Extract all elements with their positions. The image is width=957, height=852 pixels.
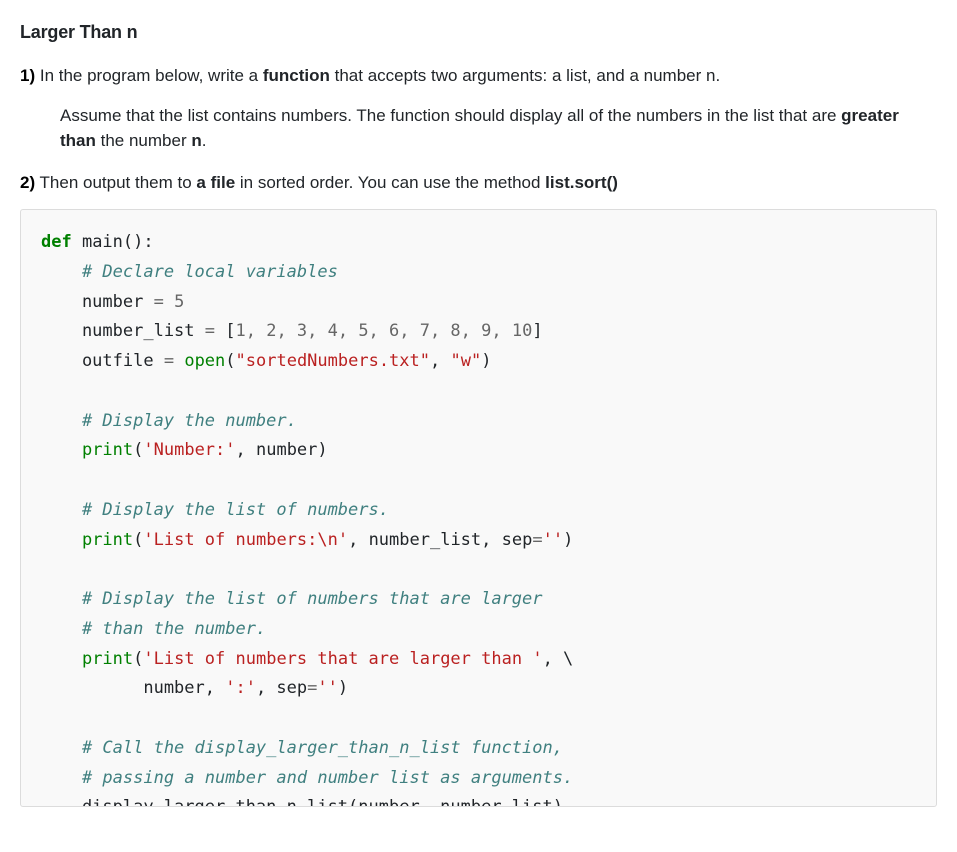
code-l4-eq: = <box>205 321 215 341</box>
code-l8b: ( <box>133 440 143 460</box>
code-l3-eq: = <box>154 292 164 312</box>
code-l11d: ) <box>563 530 573 550</box>
code-l4-nums: 1, 2, 3, 4, 5, 6, 7, 8, 9, 10 <box>236 321 533 341</box>
instr1-post: that accepts two arguments: a list, and … <box>330 66 720 85</box>
code-l16-s: ':' <box>225 678 256 698</box>
code-l5-open: open <box>184 351 225 371</box>
code-l4c: ] <box>532 321 542 341</box>
code-l4a: number_list <box>41 321 205 341</box>
code-l11c: , number_list, sep <box>348 530 532 550</box>
code-l16a: number, <box>41 678 225 698</box>
indent-post: the number <box>96 131 191 150</box>
comment-call-1: # Call the display_larger_than_n_list fu… <box>41 738 563 758</box>
code-l3a: number <box>41 292 154 312</box>
code-l11a <box>41 530 82 550</box>
comment-display-larger-2: # than the number. <box>41 619 266 639</box>
indent-bold-n: n <box>191 131 201 150</box>
comment-declare: # Declare local variables <box>41 262 338 282</box>
code-l5c: ( <box>225 351 235 371</box>
code-l8-s: 'Number:' <box>143 440 235 460</box>
code-l15-print: print <box>82 649 133 669</box>
problem-title: Larger Than n <box>20 22 937 43</box>
code-l8c: , number) <box>236 440 328 460</box>
instr2-bold-sort: list.sort() <box>545 173 618 192</box>
code-l11-s2: '' <box>543 530 563 550</box>
code-l11-s1: 'List of numbers:\n' <box>143 530 348 550</box>
instr2-bold-file: a file <box>196 173 235 192</box>
instr1-bold-function: function <box>263 66 330 85</box>
comment-display-list: # Display the list of numbers. <box>41 500 389 520</box>
code-l8a <box>41 440 82 460</box>
instr1-pre: In the program below, write a <box>35 66 263 85</box>
instruction-2: 2) Then output them to a file in sorted … <box>20 170 937 196</box>
code-l8-print: print <box>82 440 133 460</box>
code-block: def main(): # Declare local variables nu… <box>20 209 937 807</box>
code-main-sig: main(): <box>72 232 154 252</box>
code-l5a: outfile <box>41 351 164 371</box>
code-l16-eq: = <box>307 678 317 698</box>
kw-def: def <box>41 232 72 252</box>
code-l5e: ) <box>481 351 491 371</box>
instr2-mid: in sorted order. You can use the method <box>235 173 545 192</box>
code-l5-s2: "w" <box>450 351 481 371</box>
code-l5d: , <box>430 351 450 371</box>
indent-period: . <box>202 131 207 150</box>
code-l5b <box>174 351 184 371</box>
code-l20: display_larger_than_n_list(number, numbe… <box>41 797 563 807</box>
instruction-1: 1) In the program below, write a functio… <box>20 63 937 89</box>
code-l15-s1: 'List of numbers that are larger than ' <box>143 649 542 669</box>
code-l11-print: print <box>82 530 133 550</box>
code-l3-num: 5 <box>174 292 184 312</box>
code-l3b <box>164 292 174 312</box>
code-l16-s2: '' <box>317 678 337 698</box>
instr2-pre: Then output them to <box>35 173 196 192</box>
code-l15b: ( <box>133 649 143 669</box>
code-l5-s1: "sortedNumbers.txt" <box>236 351 430 371</box>
code-l15c: , \ <box>543 649 574 669</box>
code-l11b: ( <box>133 530 143 550</box>
code-l11-eq: = <box>532 530 542 550</box>
indent-line1: Assume that the list contains numbers. T… <box>60 106 841 125</box>
code-l16b: , sep <box>256 678 307 698</box>
comment-display-larger-1: # Display the list of numbers that are l… <box>41 589 543 609</box>
code-l5-eq: = <box>164 351 174 371</box>
code-l4b: [ <box>215 321 235 341</box>
code-l16c: ) <box>338 678 348 698</box>
code-l15a <box>41 649 82 669</box>
comment-display-number: # Display the number. <box>41 411 297 431</box>
comment-call-2: # passing a number and number list as ar… <box>41 768 573 788</box>
instruction-indent: Assume that the list contains numbers. T… <box>60 103 937 154</box>
document-content: Larger Than n 1) In the program below, w… <box>0 0 957 807</box>
step-number-1: 1) <box>20 66 35 85</box>
step-number-2: 2) <box>20 173 35 192</box>
